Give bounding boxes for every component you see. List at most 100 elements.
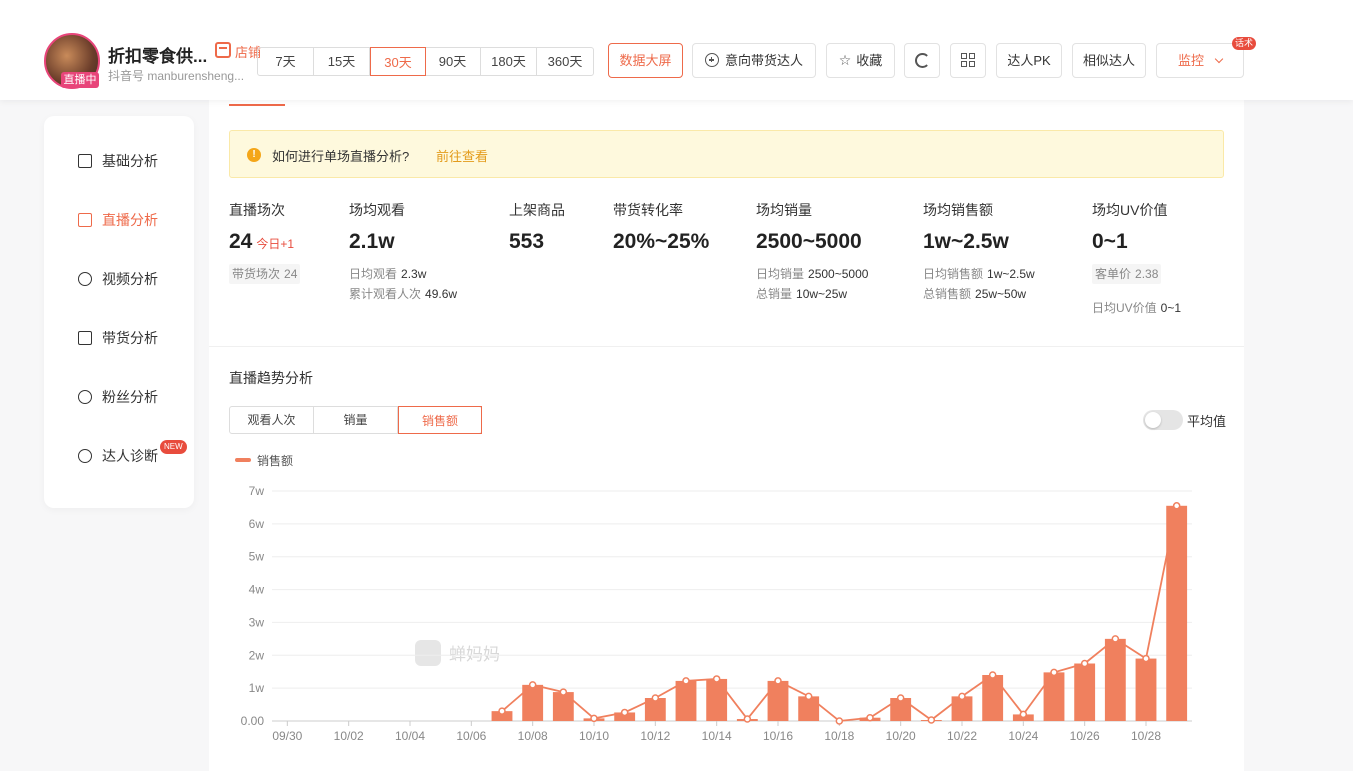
tab-views[interactable]: 观看人次 <box>230 407 314 433</box>
data-point <box>620 708 629 717</box>
info-icon: ! <box>247 148 261 162</box>
stat-avg-sales-volume: 场均销量 2500~5000 日均销量 2500~5000 总销量 10w~25w <box>756 202 869 301</box>
data-point <box>712 675 721 683</box>
y-tick-label: 3w <box>249 615 265 629</box>
bar <box>1135 658 1157 721</box>
notice-link[interactable]: 前往查看 <box>436 146 488 165</box>
bar <box>675 680 697 721</box>
star-icon: ☆ <box>838 52 852 68</box>
script-badge: 话术 <box>1232 37 1256 50</box>
x-tick-label: 10/24 <box>1008 729 1038 743</box>
data-point <box>1111 635 1120 643</box>
refresh-button[interactable] <box>904 43 940 78</box>
bar <box>1043 672 1065 721</box>
sidebar-item-diagnosis[interactable]: 达人诊断 <box>78 445 158 467</box>
data-point <box>743 715 752 723</box>
creator-pk-button[interactable]: 达人PK <box>996 43 1062 78</box>
data-point <box>498 707 506 715</box>
data-point <box>804 692 813 701</box>
bar <box>1104 638 1126 721</box>
today-delta: 今日+1 <box>256 237 295 251</box>
shop-name[interactable]: 折扣零食供... <box>108 42 207 67</box>
bar <box>552 692 574 721</box>
x-tick-label: 10/10 <box>579 729 609 743</box>
big-screen-button[interactable]: 数据大屏 <box>608 43 683 78</box>
user-icon <box>78 390 92 404</box>
sidebar-item-basic[interactable]: 基础分析 <box>78 150 158 172</box>
bar-chart-icon <box>78 154 92 168</box>
x-tick-label: 10/12 <box>640 729 670 743</box>
data-point <box>590 714 598 723</box>
x-tick-label: 10/14 <box>702 729 732 743</box>
data-point <box>988 671 997 679</box>
live-badge: 直播中 <box>61 72 99 88</box>
legend-swatch <box>235 458 251 462</box>
data-point <box>896 694 905 702</box>
sidebar-item-commerce[interactable]: 带货分析 <box>78 327 158 349</box>
tab-sales-volume[interactable]: 销量 <box>314 407 398 433</box>
stat-conversion: 带货转化率 20%~25% <box>613 202 710 253</box>
y-tick-label: 1w <box>249 681 265 695</box>
range-90d[interactable]: 90天 <box>425 48 481 75</box>
bar <box>706 678 728 721</box>
data-point <box>651 694 660 702</box>
qrcode-icon <box>960 53 976 68</box>
stat-avg-sales-amount: 场均销售额 1w~2.5w 日均销售额 1w~2.5w 总销售额 25w~50w <box>923 202 1035 301</box>
sidebar-item-video[interactable]: 视频分析 <box>78 268 158 290</box>
header: 直播中 折扣零食供... 店铺 抖音号 manburensheng... 7天 … <box>0 0 1353 100</box>
data-point <box>866 713 874 722</box>
average-toggle[interactable] <box>1143 410 1183 430</box>
data-point <box>774 677 782 685</box>
active-tab-indicator <box>229 104 285 106</box>
data-point <box>1080 659 1089 668</box>
pulse-icon <box>78 449 92 463</box>
x-tick-label: 10/08 <box>518 729 548 743</box>
new-badge: NEW <box>160 440 187 454</box>
x-tick-label: 10/04 <box>395 729 425 743</box>
range-180d[interactable]: 180天 <box>481 48 537 75</box>
stat-products: 上架商品 553 <box>509 202 565 253</box>
range-7d[interactable]: 7天 <box>258 48 314 75</box>
x-tick-label: 10/18 <box>824 729 854 743</box>
intended-creator-button[interactable]: 意向带货达人 <box>692 43 816 78</box>
divider <box>209 346 1244 347</box>
x-tick-label: 10/06 <box>456 729 486 743</box>
stat-sessions: 直播场次 24 今日+1 带货场次 24 <box>229 200 301 284</box>
monitor-dropdown[interactable]: 监控 <box>1156 43 1244 78</box>
y-tick-label: 6w <box>249 517 265 531</box>
x-tick-label: 10/02 <box>334 729 364 743</box>
average-toggle-label: 平均值 <box>1187 414 1227 429</box>
sidebar-item-fans[interactable]: 粉丝分析 <box>78 386 158 408</box>
data-point <box>528 681 537 689</box>
y-tick-label: 7w <box>249 484 265 498</box>
qrcode-button[interactable] <box>950 43 986 78</box>
notice-text: 如何进行单场直播分析? <box>272 149 410 164</box>
favorite-button[interactable]: ☆ 收藏 <box>826 43 895 78</box>
chevron-down-icon <box>1214 54 1224 64</box>
range-360d[interactable]: 360天 <box>537 48 593 75</box>
x-tick-label: 10/16 <box>763 729 793 743</box>
stat-avg-views: 场均观看 2.1w 日均观看 2.3w 累计观看人次 49.6w <box>349 202 458 301</box>
data-point <box>835 717 844 725</box>
bar <box>982 675 1004 721</box>
data-point <box>559 688 568 696</box>
day-range-selector: 7天 15天 30天 90天 180天 360天 <box>257 47 594 76</box>
play-circle-icon <box>78 272 92 286</box>
tab-sales-amount[interactable]: 销售额 <box>398 406 482 434</box>
data-point <box>927 716 936 724</box>
chart-legend[interactable]: 销售额 <box>235 452 293 469</box>
x-tick-label: 10/22 <box>947 729 977 743</box>
sidebar-item-live[interactable]: 直播分析 <box>78 209 158 231</box>
metric-tabs: 观看人次 销量 销售额 <box>229 406 482 434</box>
notice-bar: ! 如何进行单场直播分析? 前往查看 <box>229 130 1224 178</box>
x-tick-label: 10/26 <box>1070 729 1100 743</box>
range-15d[interactable]: 15天 <box>314 48 370 75</box>
data-point <box>958 692 966 701</box>
y-tick-label: 2w <box>249 648 265 662</box>
shopping-bag-icon <box>78 331 92 345</box>
range-30d[interactable]: 30天 <box>370 47 426 76</box>
x-tick-label: 09/30 <box>272 729 302 743</box>
sidebar: 基础分析 直播分析 视频分析 带货分析 粉丝分析 达人诊断 NEW <box>44 116 194 508</box>
refresh-icon <box>914 53 930 68</box>
similar-creators-button[interactable]: 相似达人 <box>1072 43 1146 78</box>
